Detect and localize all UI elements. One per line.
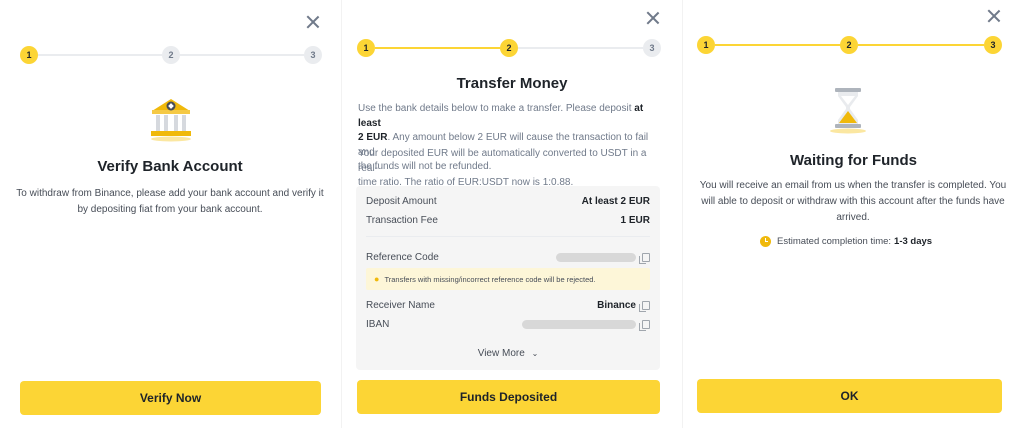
reference-code-row: Reference Code [366,250,650,264]
step-2: 2 [840,36,858,54]
conversion-info: Your deposited EUR will be automatically… [358,148,647,188]
step-3: 3 [304,46,322,64]
reference-code-value [556,252,636,262]
step-2: 2 [500,39,518,57]
page-title: Transfer Money [456,75,568,92]
funds-deposited-button[interactable]: Funds Deposited [357,380,660,414]
bank-details-card: Deposit Amount At least 2 EUR Transactio… [356,186,660,370]
bank-icon [151,99,191,142]
step-line-2 [518,47,643,49]
step-line-1 [375,47,500,49]
step-line-2 [858,44,984,46]
iban-value [522,319,636,329]
verify-now-button[interactable]: Verify Now [20,381,321,415]
ok-button[interactable]: OK [697,379,1002,413]
step-2: 2 [162,46,180,64]
copy-icon[interactable] [639,300,650,312]
clock-icon [760,235,771,247]
close-icon[interactable] [305,14,321,30]
step-line-2 [180,54,304,56]
hourglass-icon [830,88,866,134]
description: To withdraw from Binance, please add you… [16,188,324,215]
page-title: Waiting for Funds [790,152,917,169]
receiver-name-row: Receiver Name Binance [366,298,650,312]
lightbulb-icon: ● [374,274,380,284]
chevron-down-icon: ⌄ [531,349,539,358]
step-1: 1 [697,36,715,54]
step-1: 1 [20,46,38,64]
iban-row: IBAN [366,317,650,331]
step-3: 3 [984,36,1002,54]
view-more-button[interactable]: View More ⌄ [356,348,660,359]
copy-icon[interactable] [639,319,650,331]
copy-icon[interactable] [639,252,650,264]
step-line-1 [38,54,162,56]
close-icon[interactable] [986,8,1002,24]
description: You will receive an email from us when t… [699,180,1007,223]
transaction-fee-row: Transaction Fee 1 EUR [366,214,650,226]
step-3: 3 [643,39,661,57]
verify-bank-panel: 1 2 3 Verify Bank Account To withdraw fr… [0,0,340,428]
deposit-amount-row: Deposit Amount At least 2 EUR [366,195,650,207]
reference-code-notice: ● Transfers with missing/incorrect refer… [366,268,650,290]
divider [366,236,650,237]
estimated-completion: Estimated completion time: 1-3 days [760,233,932,249]
close-icon[interactable] [645,10,661,26]
step-line-1 [715,44,841,46]
step-1: 1 [357,39,375,57]
page-title: Verify Bank Account [97,158,243,175]
